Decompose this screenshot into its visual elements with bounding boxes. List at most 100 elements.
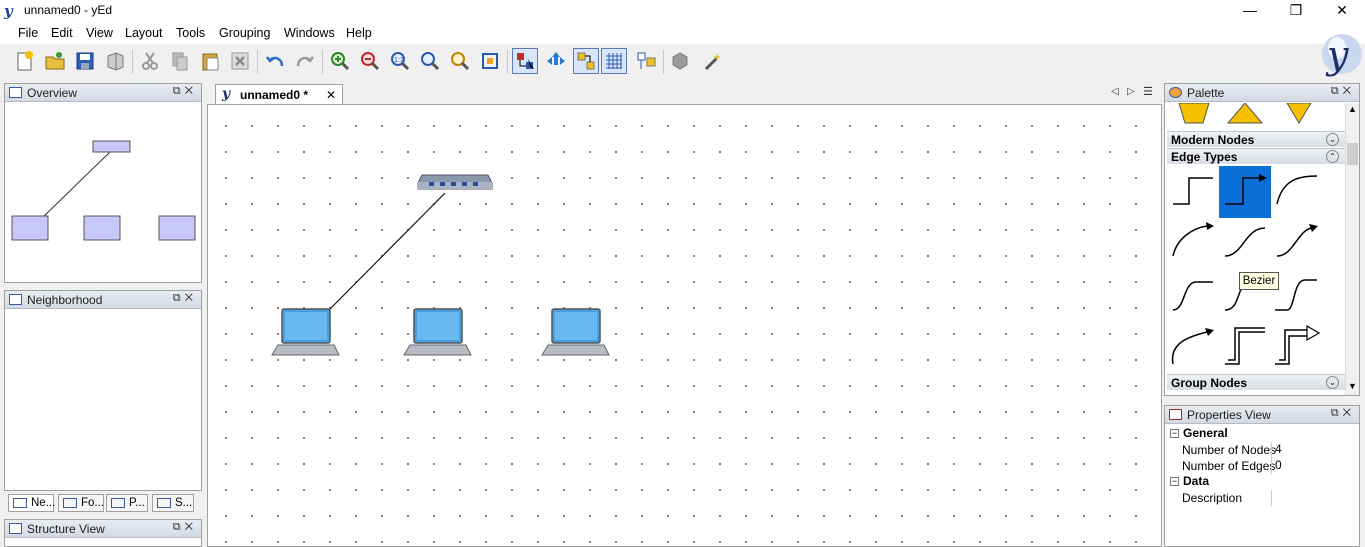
tab-scroll-left-icon[interactable]: ◁ [1111,86,1119,97]
snapping-icon[interactable] [573,48,599,74]
edge-type-polyline-arrow-selected[interactable] [1219,166,1271,218]
shape-nodes-preview[interactable] [1167,103,1345,125]
panel-window-controls[interactable]: ⧉✕ [173,521,197,534]
tab-scroll-right-icon[interactable]: ▷ [1127,86,1135,97]
collapse-chevron-icon[interactable]: ⌃ [1326,150,1339,163]
palette-section-modern-nodes[interactable]: Modern Nodes ⌄ [1167,131,1345,147]
zoom-area-icon[interactable] [447,48,473,74]
edit-mode-icon[interactable] [512,48,538,74]
panel-window-controls[interactable]: ⧉✕ [173,292,197,305]
overview-minimap[interactable] [5,103,201,283]
s-tab-icon [157,498,171,508]
laptop-node-1[interactable] [271,308,340,356]
neighborhood-panel: Neighborhood ⧉✕ [4,290,202,491]
graph-canvas[interactable] [207,104,1162,547]
zoom-100-icon[interactable]: 1:1 [387,48,413,74]
edge-type-arc[interactable] [1271,166,1323,218]
zoom-fit-icon[interactable] [417,48,443,74]
orthogonal-edges-icon[interactable] [633,48,659,74]
menu-windows[interactable]: Windows [284,26,335,40]
edge-type-curve[interactable] [1219,218,1271,270]
new-document-icon[interactable] [12,48,38,74]
section-label: Modern Nodes [1171,133,1255,147]
laptop-node-3[interactable] [541,308,610,356]
open-folder-icon[interactable] [42,48,68,74]
structure-view-header: Structure View ⧉✕ [5,520,201,538]
laptop-node-2[interactable] [403,308,472,356]
property-row-node-count[interactable]: Number of Nodes 4 [1167,442,1357,458]
menu-grouping[interactable]: Grouping [219,26,270,40]
palette-section-edge-types[interactable]: Edge Types ⌃ [1167,148,1345,164]
edge-type-arc-arrow[interactable] [1167,218,1219,270]
document-tab-close-icon[interactable]: ✕ [326,88,336,102]
overview-icon [9,87,22,98]
properties-header: Properties View ⧉✕ [1165,406,1359,424]
export-icon[interactable] [102,48,128,74]
overview-node-laptop-2 [83,215,121,241]
edge-type-curve-arrow[interactable] [1271,218,1323,270]
structure-view-icon [9,523,22,534]
group-icon[interactable] [667,48,693,74]
edge-type-double-arrow[interactable] [1271,322,1323,374]
fit-content-icon[interactable] [477,48,503,74]
zoom-out-icon[interactable] [357,48,383,74]
document-tab[interactable]: y unnamed0 * ✕ [215,84,343,105]
scroll-up-icon[interactable]: ▲ [1348,104,1357,114]
minimize-button[interactable]: — [1227,0,1273,22]
tab-folding[interactable]: Fo... [58,494,104,512]
collapse-group-icon[interactable]: − [1170,477,1179,486]
window-title: unnamed0 - yEd [24,3,113,17]
edge-type-polyline[interactable] [1167,166,1219,218]
panel-window-controls[interactable]: ⧉✕ [173,85,197,98]
property-value[interactable]: 4 [1271,442,1361,458]
zoom-in-icon[interactable] [327,48,353,74]
delete-icon[interactable] [227,48,253,74]
property-value[interactable]: 0 [1271,458,1361,474]
panel-window-controls[interactable]: ⧉✕ [1331,85,1355,98]
property-row-edge-count[interactable]: Number of Edges 0 [1167,458,1357,474]
magic-wand-icon[interactable] [700,48,726,74]
menu-tools[interactable]: Tools [176,26,205,40]
palette-scrollbar[interactable]: ▲ ▼ [1345,103,1359,395]
menu-file[interactable]: File [18,26,38,40]
property-group-data[interactable]: − Data [1167,474,1357,490]
tab-s[interactable]: S... [152,494,194,512]
tab-neighborhood[interactable]: Ne... [8,494,55,512]
edge-type-bezier-s[interactable] [1167,270,1219,322]
panel-window-controls[interactable]: ⧉✕ [1331,407,1355,420]
expand-chevron-icon[interactable]: ⌄ [1326,376,1339,389]
save-icon[interactable] [72,48,98,74]
cut-icon[interactable] [137,48,163,74]
property-row-description[interactable]: Description [1167,490,1357,506]
collapse-group-icon[interactable]: − [1170,429,1179,438]
document-tab-bar: y unnamed0 * ✕ ◁ ▷ ☰ [207,82,1162,105]
menu-help[interactable]: Help [346,26,372,40]
svg-text:y: y [1325,33,1349,77]
property-group-general[interactable]: − General [1167,426,1357,442]
toolbar-separator [257,50,258,74]
redo-icon[interactable] [292,48,318,74]
navigate-mode-icon[interactable] [543,48,569,74]
menu-edit[interactable]: Edit [51,26,73,40]
property-value[interactable] [1271,490,1361,506]
undo-icon[interactable] [262,48,288,74]
grid-icon[interactable] [601,48,627,74]
tab-list-icon[interactable]: ☰ [1143,85,1153,98]
tab-p[interactable]: P... [106,494,148,512]
edge-type-double-line[interactable] [1219,322,1271,374]
switch-node[interactable] [417,174,493,190]
graph-edge[interactable] [328,192,446,311]
scroll-down-icon[interactable]: ▼ [1348,381,1357,391]
copy-icon[interactable] [167,48,193,74]
scroll-thumb[interactable] [1347,143,1358,165]
close-window-button[interactable]: ✕ [1319,0,1365,22]
menu-layout[interactable]: Layout [125,26,163,40]
menu-view[interactable]: View [86,26,113,40]
expand-chevron-icon[interactable]: ⌄ [1326,133,1339,146]
overview-node-laptop-1 [11,215,49,241]
palette-section-group-nodes[interactable]: Group Nodes ⌄ [1167,374,1345,390]
paste-icon[interactable] [197,48,223,74]
maximize-button[interactable]: ❐ [1273,0,1319,22]
tab-label: Fo... [81,497,105,509]
edge-type-bezier-arrow[interactable] [1167,322,1219,374]
